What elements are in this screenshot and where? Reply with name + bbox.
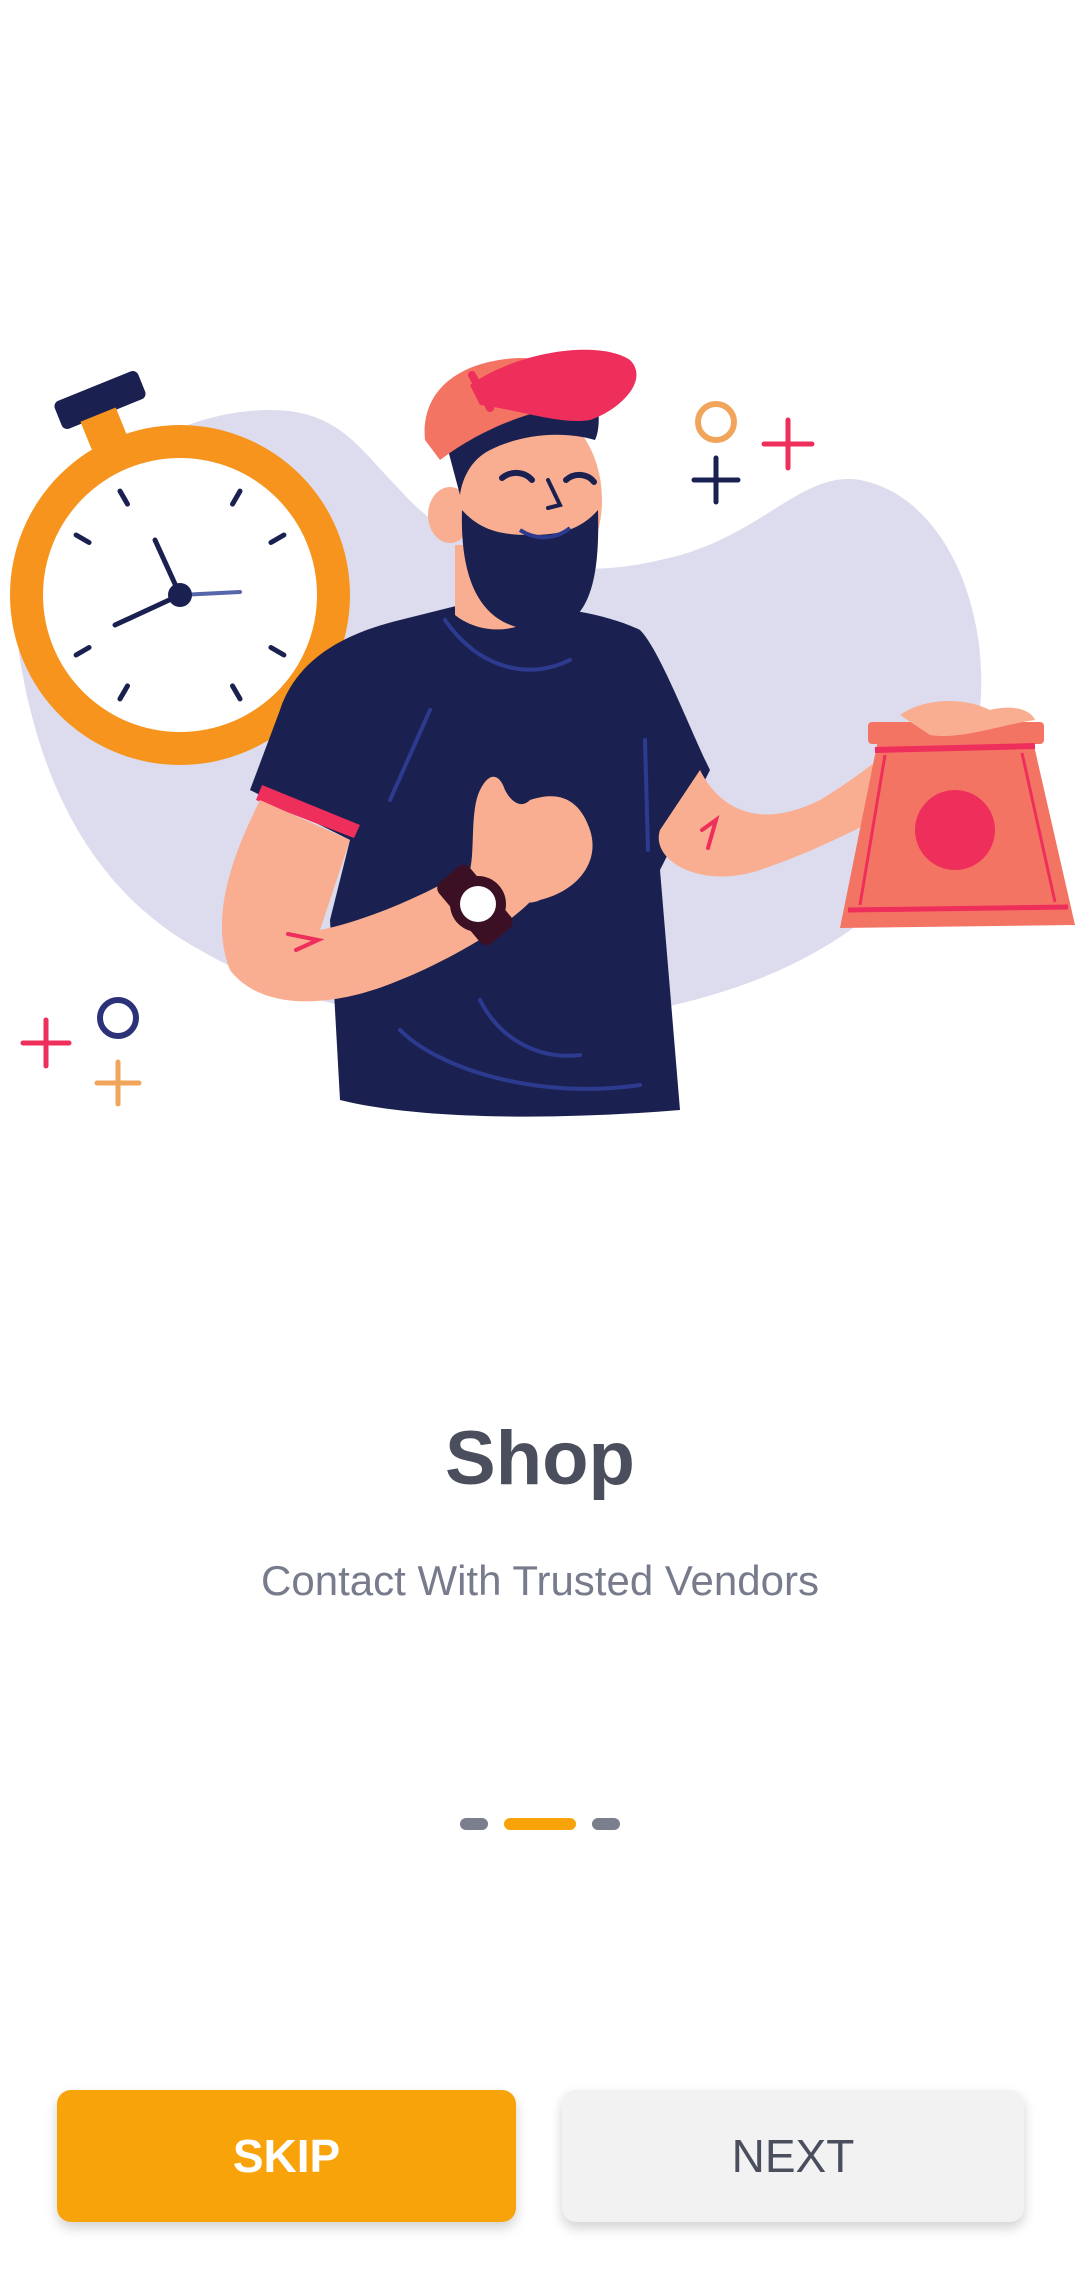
next-button[interactable]: NEXT: [562, 2090, 1024, 2222]
page-indicator-dot: [460, 1818, 488, 1830]
page-title: Shop: [445, 1416, 635, 1501]
page-subtitle: Contact With Trusted Vendors: [261, 1557, 819, 1604]
page-indicator: [0, 1818, 1080, 1830]
delivery-illustration: [10, 349, 1075, 1117]
shopping-bag-icon: [840, 700, 1075, 928]
page-indicator-dot-active: [504, 1818, 576, 1830]
next-button-label: NEXT: [731, 2130, 855, 2182]
skip-button[interactable]: SKIP: [57, 2090, 516, 2222]
page-indicator-dot: [592, 1818, 620, 1830]
skip-button-label: SKIP: [232, 2130, 341, 2182]
onboarding-screen: Shop Contact With Trusted Vendors SKIP N…: [0, 0, 1080, 2280]
